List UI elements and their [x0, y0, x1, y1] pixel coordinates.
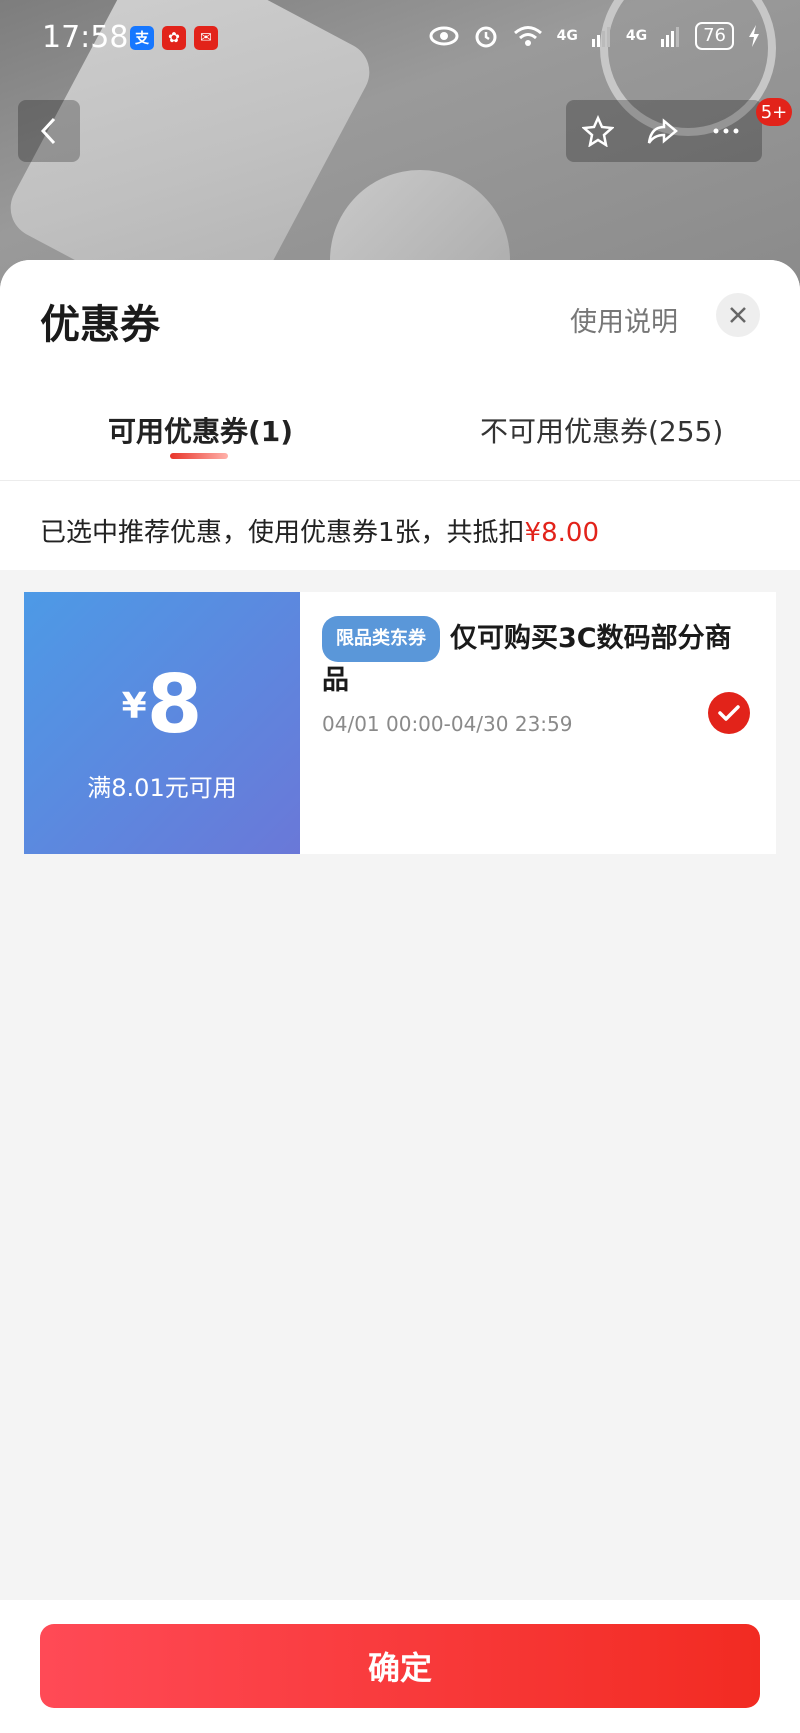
- signal-bars-icon: [591, 27, 610, 47]
- coupon-card[interactable]: ¥8 满8.01元可用 限品类东券 仅可购买3C数码部分商品 04/01 00:0…: [18, 592, 776, 854]
- coupon-amount-value: 8: [146, 658, 203, 751]
- coupon-sheet: 优惠券 使用说明 可用优惠券(1) 不可用优惠券(255) 已选中推荐优惠，使用…: [0, 260, 800, 1733]
- usage-instructions-link[interactable]: 使用说明: [570, 300, 678, 339]
- confirm-button[interactable]: 确定: [40, 1624, 760, 1708]
- sheet-header: 优惠券 使用说明 可用优惠券(1) 不可用优惠券(255) 已选中推荐优惠，使用…: [0, 260, 800, 570]
- alarm-icon: [475, 26, 497, 48]
- eye-icon: [429, 26, 459, 46]
- signal-4g-2: 4G: [625, 28, 648, 44]
- tab-unavailable[interactable]: 不可用优惠券(255): [480, 410, 723, 450]
- sheet-title: 优惠券: [40, 302, 160, 348]
- share-icon[interactable]: [646, 115, 678, 147]
- coupon-amount: ¥8: [24, 658, 300, 751]
- charging-icon: [749, 25, 759, 47]
- divider: [0, 480, 800, 481]
- coupon-condition: 满8.01元可用: [87, 774, 237, 802]
- more-icon[interactable]: [710, 115, 742, 147]
- status-bar: 17:58 支 ✿ ✉ 4G 4G 76: [0, 0, 800, 80]
- back-button[interactable]: [18, 100, 80, 162]
- status-time: 17:58: [42, 20, 129, 55]
- coupon-tag: 限品类东券: [322, 616, 440, 662]
- signal-4g-1: 4G: [556, 28, 578, 44]
- currency-symbol: ¥: [121, 686, 147, 727]
- chevron-left-icon: [40, 117, 56, 145]
- top-actions: [566, 100, 762, 162]
- close-icon: [730, 307, 746, 323]
- active-tab-indicator: [170, 453, 228, 459]
- mail-icon: ✉: [194, 26, 218, 50]
- coupon-value-panel: ¥8 满8.01元可用: [18, 592, 300, 854]
- selected-check-icon[interactable]: [708, 692, 750, 734]
- checkmark-icon: [718, 705, 740, 721]
- star-icon[interactable]: [582, 115, 614, 147]
- status-indicators: 4G 4G 76: [429, 22, 760, 50]
- close-button[interactable]: [716, 293, 760, 337]
- tab-available[interactable]: 可用优惠券(1): [108, 410, 293, 450]
- summary-text: 已选中推荐优惠，使用优惠券1张，共抵扣: [40, 518, 525, 548]
- notification-icons: 支 ✿ ✉: [130, 26, 218, 50]
- coupon-details: 限品类东券 仅可购买3C数码部分商品 04/01 00:00-04/30 23:5…: [322, 616, 742, 736]
- summary-amount: ¥8.00: [524, 518, 599, 548]
- signal-bars-icon: [661, 27, 680, 47]
- footer: 确定: [0, 1600, 800, 1733]
- message-badge: 5+: [756, 98, 792, 126]
- wifi-icon: [513, 26, 542, 46]
- huawei-icon: ✿: [162, 26, 186, 50]
- alipay-icon: 支: [130, 26, 154, 50]
- coupon-validity: 04/01 00:00-04/30 23:59: [322, 712, 573, 736]
- battery-level: 76: [695, 22, 734, 50]
- discount-summary: 已选中推荐优惠，使用优惠券1张，共抵扣¥8.00: [40, 512, 599, 549]
- coupon-title-row: 限品类东券 仅可购买3C数码部分商品: [322, 616, 742, 700]
